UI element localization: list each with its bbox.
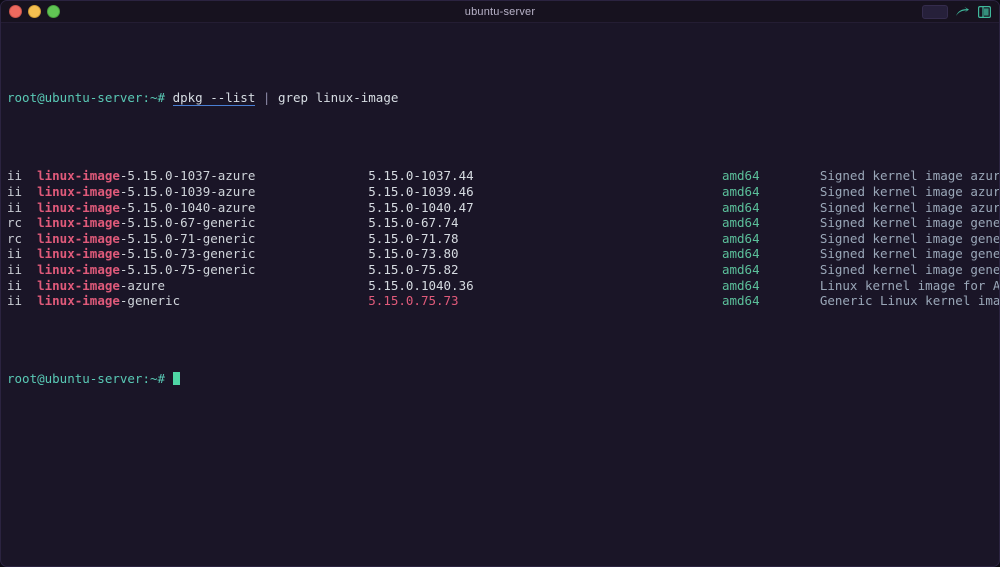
final-shell-prompt: root@ubuntu-server:~#	[7, 371, 166, 387]
cell-architecture: amd64	[721, 261, 820, 277]
cell-version: 5.15.0-67.74	[368, 215, 722, 231]
cell-package-prefix: linux-image	[37, 168, 120, 184]
cell-status: ii	[7, 246, 38, 262]
window-title: ubuntu-server	[464, 6, 536, 18]
cell-status: rc	[7, 230, 38, 246]
traffic-light-group	[9, 5, 60, 18]
table-row: ii linux-image-generic 5.15.0.75.73 amd6…	[7, 293, 999, 309]
space-1	[165, 90, 173, 105]
cell-description: Signed kernel image generic	[819, 261, 999, 277]
cell-package-prefix: linux-image	[37, 261, 120, 277]
cell-package-prefix: linux-image	[37, 277, 120, 293]
minimize-button[interactable]	[28, 5, 41, 18]
cell-version: 5.15.0-1037.44	[368, 168, 722, 184]
cell-package-prefix: linux-image	[37, 293, 120, 309]
command-part-1: dpkg --list	[172, 90, 256, 107]
share-arrow-icon[interactable]	[954, 5, 970, 20]
cell-description: Generic Linux kernel image	[819, 293, 999, 309]
cell-package-prefix: linux-image	[37, 246, 120, 262]
table-row: ii linux-image-5.15.0-73-generic 5.15.0-…	[7, 246, 999, 262]
cell-package-suffix: -5.15.0-73-generic	[119, 246, 369, 262]
cell-package-suffix: -5.15.0-75-generic	[119, 261, 369, 277]
cell-package-prefix: linux-image	[37, 230, 120, 246]
cell-version: 5.15.0.75.73	[368, 293, 722, 309]
terminal-window: ubuntu-server root@ubuntu-server:~# dpkg…	[0, 0, 1000, 567]
cell-package-suffix: -5.15.0-1039-azure	[119, 183, 369, 199]
cell-description: Signed kernel image azure	[819, 168, 999, 184]
cell-architecture: amd64	[721, 215, 820, 231]
cell-architecture: amd64	[721, 168, 820, 184]
cell-description: Signed kernel image generic	[819, 215, 999, 231]
cell-status: ii	[7, 168, 38, 184]
window-titlebar[interactable]: ubuntu-server	[1, 1, 999, 23]
cursor-gap	[165, 371, 173, 386]
package-list: ii linux-image-5.15.0-1037-azure 5.15.0-…	[7, 168, 999, 308]
cell-description: Signed kernel image generic	[819, 230, 999, 246]
table-row: rc linux-image-5.15.0-67-generic 5.15.0-…	[7, 215, 999, 231]
cell-version: 5.15.0-1039.46	[368, 183, 722, 199]
space-3	[270, 90, 278, 105]
cell-package-suffix: -azure	[119, 277, 369, 293]
cell-architecture: amd64	[721, 183, 820, 199]
cell-package-prefix: linux-image	[37, 183, 120, 199]
cell-architecture: amd64	[721, 293, 820, 309]
split-pane-icon[interactable]	[976, 5, 992, 20]
final-prompt-line: root@ubuntu-server:~#	[7, 371, 999, 387]
shell-prompt: root@ubuntu-server:~#	[7, 90, 166, 106]
cell-package-suffix: -5.15.0-67-generic	[119, 215, 369, 231]
cell-status: ii	[7, 183, 38, 199]
table-row: ii linux-image-5.15.0-1040-azure 5.15.0-…	[7, 200, 999, 216]
cell-version: 5.15.0-73.80	[368, 246, 722, 262]
cell-status: ii	[7, 199, 38, 215]
toolbar-blank-button[interactable]	[922, 5, 948, 19]
terminal-content[interactable]: root@ubuntu-server:~# dpkg --list | grep…	[1, 23, 999, 566]
cell-status: ii	[7, 261, 38, 277]
maximize-button[interactable]	[47, 5, 60, 18]
space-2	[255, 90, 263, 105]
table-row: ii linux-image-5.15.0-1037-azure 5.15.0-…	[7, 168, 999, 184]
table-row: rc linux-image-5.15.0-71-generic 5.15.0-…	[7, 231, 999, 247]
cell-architecture: amd64	[721, 246, 820, 262]
cell-package-suffix: -5.15.0-71-generic	[119, 230, 369, 246]
cell-description: Signed kernel image generic	[819, 246, 999, 262]
text-cursor	[172, 372, 180, 386]
cell-version: 5.15.0-71.78	[368, 230, 722, 246]
command-line: root@ubuntu-server:~# dpkg --list | grep…	[7, 90, 999, 107]
cell-description: Linux kernel image for Azure systems.	[819, 277, 999, 293]
cell-description: Signed kernel image azure	[819, 183, 999, 199]
table-row: ii linux-image-azure 5.15.0.1040.36 amd6…	[7, 278, 999, 294]
cell-status: ii	[7, 293, 38, 309]
cell-package-suffix: -5.15.0-1037-azure	[119, 168, 369, 184]
cell-architecture: amd64	[721, 277, 820, 293]
cell-architecture: amd64	[721, 230, 820, 246]
cell-version: 5.15.0-1040.47	[368, 199, 722, 215]
cell-package-prefix: linux-image	[37, 215, 120, 231]
cell-package-prefix: linux-image	[37, 199, 120, 215]
cell-status: ii	[7, 277, 38, 293]
cell-package-suffix: -generic	[119, 293, 369, 309]
cell-package-suffix: -5.15.0-1040-azure	[119, 199, 369, 215]
cell-status: rc	[7, 215, 38, 231]
close-button[interactable]	[9, 5, 22, 18]
table-row: ii linux-image-5.15.0-75-generic 5.15.0-…	[7, 262, 999, 278]
command-part-2: grep linux-image	[277, 90, 399, 106]
cell-version: 5.15.0.1040.36	[368, 277, 722, 293]
cell-description: Signed kernel image azure	[819, 199, 999, 215]
titlebar-toolbar	[922, 1, 992, 23]
cell-version: 5.15.0-75.82	[368, 261, 722, 277]
table-row: ii linux-image-5.15.0-1039-azure 5.15.0-…	[7, 184, 999, 200]
cell-architecture: amd64	[721, 199, 820, 215]
